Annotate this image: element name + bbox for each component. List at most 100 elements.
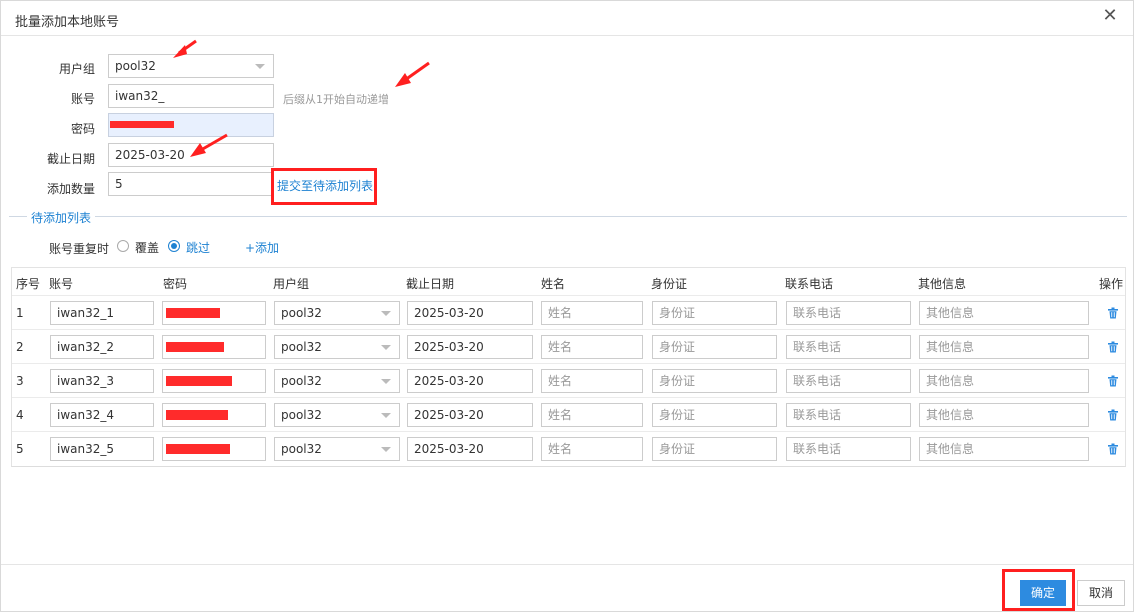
col-header-seq: 序号	[16, 277, 41, 291]
chevron-down-icon	[255, 64, 265, 69]
row-date-input[interactable]: 2025-03-20	[407, 403, 533, 427]
row-separator	[12, 363, 1125, 364]
col-header-actions: 操作	[1099, 277, 1124, 291]
trash-icon[interactable]	[1107, 375, 1119, 387]
chevron-down-icon	[381, 413, 391, 418]
radio-skip-label[interactable]: 跳过	[186, 239, 210, 256]
add-row-link[interactable]: +添加	[245, 239, 279, 256]
row-date-input[interactable]: 2025-03-20	[407, 437, 533, 461]
row-seq: 4	[16, 408, 24, 422]
group-select[interactable]: pool32	[108, 54, 274, 78]
radio-skip[interactable]	[168, 240, 180, 252]
row-name-input[interactable]: 姓名	[541, 437, 643, 461]
account-hint: 后缀从1开始自动递增	[283, 93, 389, 106]
batch-add-dialog: 批量添加本地账号 ✕ 用户组 pool32 账号 iwan32_ 后缀从1开始自…	[0, 0, 1134, 612]
section-divider	[9, 216, 1127, 217]
row-other-input[interactable]: 其他信息	[919, 403, 1089, 427]
row-account-input[interactable]: iwan32_1	[50, 301, 154, 325]
expire-date-value: 2025-03-20	[115, 148, 185, 162]
row-group-select[interactable]: pool32	[274, 437, 400, 461]
row-id-input[interactable]: 身份证	[652, 437, 777, 461]
account-label: 账号	[70, 92, 95, 106]
annotation-box-submit	[271, 168, 377, 205]
group-select-value: pool32	[115, 59, 156, 73]
close-icon[interactable]: ✕	[1101, 7, 1119, 25]
row-id-input[interactable]: 身份证	[652, 369, 777, 393]
row-name-input[interactable]: 姓名	[541, 403, 643, 427]
col-header-account: 账号	[49, 277, 74, 291]
col-header-password: 密码	[163, 277, 188, 291]
row-group-select[interactable]: pool32	[274, 335, 400, 359]
expire-label: 截止日期	[46, 152, 95, 166]
row-phone-input[interactable]: 联系电话	[786, 335, 911, 359]
footer-divider	[1, 564, 1133, 565]
account-input[interactable]: iwan32_	[108, 84, 274, 108]
row-other-input[interactable]: 其他信息	[919, 437, 1089, 461]
row-date-input[interactable]: 2025-03-20	[407, 369, 533, 393]
row-separator	[12, 397, 1125, 398]
row-other-input[interactable]: 其他信息	[919, 301, 1089, 325]
chevron-down-icon	[381, 379, 391, 384]
row-account-input[interactable]: iwan32_2	[50, 335, 154, 359]
pending-list-title: 待添加列表	[27, 209, 96, 226]
row-account-input[interactable]: iwan32_5	[50, 437, 154, 461]
row-other-input[interactable]: 其他信息	[919, 335, 1089, 359]
annotation-box-confirm	[1002, 569, 1075, 611]
redaction-mark	[110, 121, 174, 128]
row-separator	[12, 431, 1125, 432]
row-name-input[interactable]: 姓名	[541, 335, 643, 359]
col-header-other: 其他信息	[918, 277, 967, 291]
count-input[interactable]: 5	[108, 172, 274, 196]
row-id-input[interactable]: 身份证	[652, 403, 777, 427]
row-phone-input[interactable]: 联系电话	[786, 437, 911, 461]
trash-icon[interactable]	[1107, 307, 1119, 319]
cancel-button[interactable]: 取消	[1077, 580, 1125, 606]
chevron-down-icon	[381, 345, 391, 350]
row-name-input[interactable]: 姓名	[541, 301, 643, 325]
chevron-down-icon	[381, 447, 391, 452]
row-group-select[interactable]: pool32	[274, 403, 400, 427]
row-group-value: pool32	[281, 340, 322, 354]
expire-date-input[interactable]: 2025-03-20	[108, 143, 274, 167]
row-seq: 5	[16, 442, 24, 456]
row-group-value: pool32	[281, 374, 322, 388]
chevron-down-icon	[381, 311, 391, 316]
row-name-input[interactable]: 姓名	[541, 369, 643, 393]
col-header-group: 用户组	[273, 277, 310, 291]
row-group-select[interactable]: pool32	[274, 301, 400, 325]
redaction-mark	[166, 410, 228, 420]
trash-icon[interactable]	[1107, 443, 1119, 455]
trash-icon[interactable]	[1107, 409, 1119, 421]
col-header-name: 姓名	[541, 277, 566, 291]
title-divider	[1, 35, 1133, 36]
col-header-phone: 联系电话	[785, 277, 834, 291]
row-seq: 3	[16, 374, 24, 388]
redaction-mark	[166, 376, 232, 386]
count-label: 添加数量	[46, 182, 95, 196]
radio-overwrite-label[interactable]: 覆盖	[135, 239, 159, 256]
trash-icon[interactable]	[1107, 341, 1119, 353]
row-id-input[interactable]: 身份证	[652, 301, 777, 325]
row-separator	[12, 295, 1125, 296]
arrow-icon	[395, 61, 430, 87]
row-separator	[12, 329, 1125, 330]
row-group-value: pool32	[281, 408, 322, 422]
row-group-value: pool32	[281, 442, 322, 456]
row-group-select[interactable]: pool32	[274, 369, 400, 393]
row-account-input[interactable]: iwan32_4	[50, 403, 154, 427]
radio-overwrite[interactable]	[117, 240, 129, 252]
count-value: 5	[115, 177, 123, 191]
row-date-input[interactable]: 2025-03-20	[407, 301, 533, 325]
dialog-title: 批量添加本地账号	[15, 15, 120, 30]
row-id-input[interactable]: 身份证	[652, 335, 777, 359]
row-account-input[interactable]: iwan32_3	[50, 369, 154, 393]
row-date-input[interactable]: 2025-03-20	[407, 335, 533, 359]
row-other-input[interactable]: 其他信息	[919, 369, 1089, 393]
row-seq: 2	[16, 340, 24, 354]
redaction-mark	[166, 444, 230, 454]
col-header-id: 身份证	[651, 277, 688, 291]
row-phone-input[interactable]: 联系电话	[786, 301, 911, 325]
duplicate-label: 账号重复时	[49, 242, 110, 256]
row-phone-input[interactable]: 联系电话	[786, 403, 911, 427]
row-phone-input[interactable]: 联系电话	[786, 369, 911, 393]
